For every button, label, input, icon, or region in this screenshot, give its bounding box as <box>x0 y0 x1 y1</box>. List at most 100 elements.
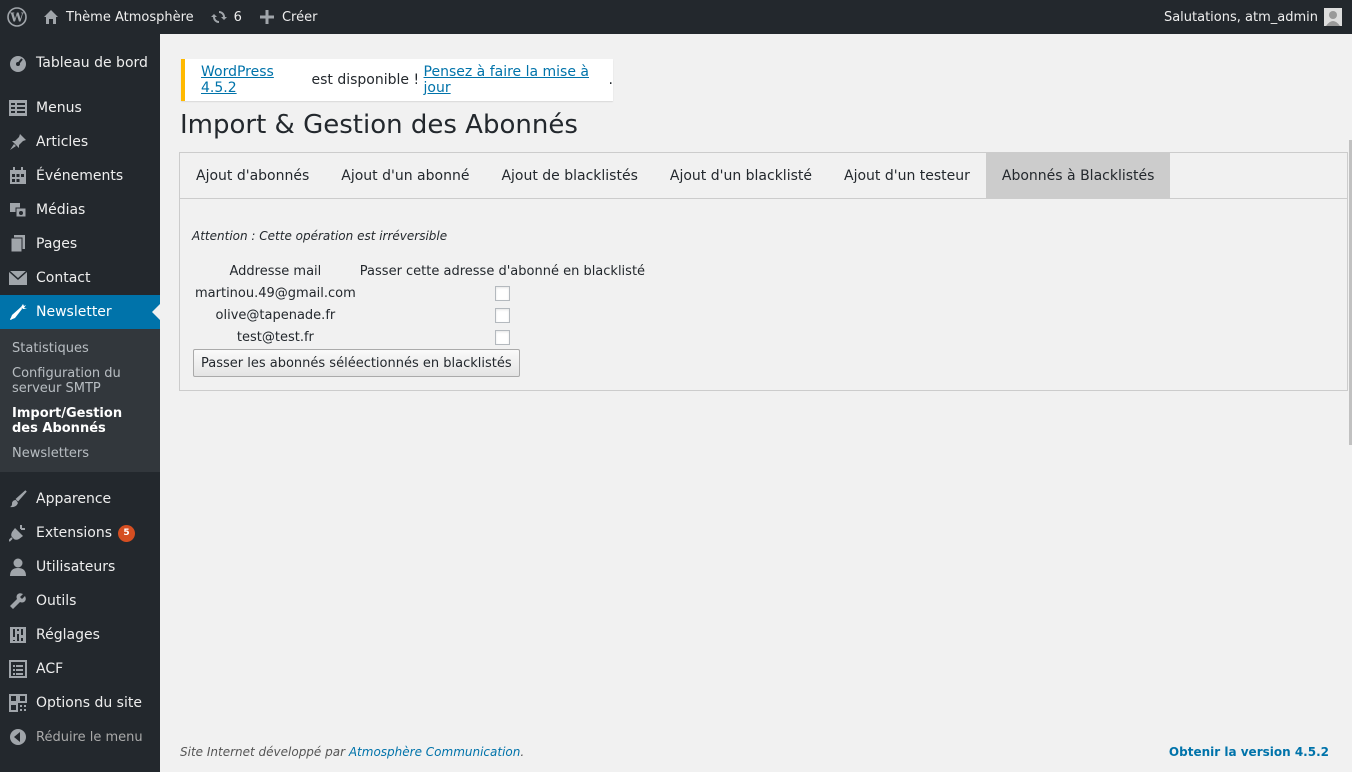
menu-item-label: Newsletter <box>36 304 112 320</box>
warning-text: Attention : Cette opération est irrévers… <box>192 229 448 243</box>
menu-item-label: ACF <box>36 661 64 677</box>
blacklist-checkbox[interactable] <box>494 285 510 301</box>
collapse-label: Réduire le menu <box>36 729 143 745</box>
notice-text: est disponible ! <box>307 72 424 88</box>
agency-link[interactable]: Atmosphère Communication <box>349 745 521 759</box>
column-header-action: Passer cette adresse d'abonné en blackli… <box>359 263 646 279</box>
menu-item-tools[interactable]: Outils <box>0 584 160 618</box>
calendar-icon <box>8 166 28 186</box>
menu-item-contact[interactable]: Contact <box>0 261 160 295</box>
pin-icon <box>8 132 28 152</box>
collapse-menu-button[interactable]: Réduire le menu <box>0 720 160 754</box>
admin-menu: Tableau de bord Menus Articles Événement… <box>0 34 160 772</box>
tab-ajout-blacklistes[interactable]: Ajout de blacklistés <box>485 153 653 199</box>
blacklist-checkbox[interactable] <box>494 307 510 323</box>
submenu-item-newsletters[interactable]: Newsletters <box>0 441 160 466</box>
menu-item-menus[interactable]: Menus <box>0 91 160 125</box>
update-now-link[interactable]: Pensez à faire la mise à jour <box>424 64 609 96</box>
menu-item-extensions[interactable]: Extensions 5 <box>0 516 160 550</box>
plus-icon <box>258 8 276 26</box>
grid-icon <box>8 693 28 713</box>
email-cell: test@test.fr <box>236 329 314 345</box>
list-icon <box>8 659 28 679</box>
wordpress-version-link[interactable]: WordPress 4.5.2 <box>201 64 307 96</box>
menu-item-dashboard[interactable]: Tableau de bord <box>0 46 160 80</box>
my-account-link[interactable]: Salutations, atm_admin <box>1156 0 1352 34</box>
tab-ajout-abonne[interactable]: Ajout d'un abonné <box>325 153 485 199</box>
table-row: olive@tapenade.fr <box>193 304 647 326</box>
update-notice: WordPress 4.5.2 est disponible ! Pensez … <box>181 59 613 101</box>
menu-item-label: Extensions <box>36 525 113 541</box>
column-header-email: Addresse mail <box>229 263 322 279</box>
dashboard-icon <box>8 53 28 73</box>
menu-item-pages[interactable]: Pages <box>0 227 160 261</box>
submenu-item-smtp[interactable]: Configuration du serveur SMTP <box>0 361 160 401</box>
menu-item-label: Événements <box>36 168 124 184</box>
menu-item-users[interactable]: Utilisateurs <box>0 550 160 584</box>
media-icon <box>8 200 28 220</box>
page-title: Import & Gestion des Abonnés <box>180 110 578 140</box>
plugin-icon <box>8 523 28 543</box>
carrot-icon <box>8 302 28 322</box>
menu-item-newsletter[interactable]: Newsletter <box>0 295 160 329</box>
new-content-label: Créer <box>281 9 318 25</box>
wordpress-logo-icon[interactable]: W <box>0 0 34 34</box>
footer-end: . <box>520 745 525 759</box>
newsletter-submenu: Statistiques Configuration du serveur SM… <box>0 329 160 472</box>
avatar <box>1324 8 1342 26</box>
updates-link[interactable]: 6 <box>202 0 250 34</box>
menu-item-label: Réglages <box>36 627 100 643</box>
tab-abonnes-blacklistes[interactable]: Abonnés à Blacklistés <box>985 153 1171 199</box>
menu-item-label: Pages <box>36 236 78 252</box>
svg-text:W: W <box>9 11 24 25</box>
tab-ajout-blackliste[interactable]: Ajout d'un blacklisté <box>654 153 828 199</box>
new-content-link[interactable]: Créer <box>250 0 325 34</box>
menu-item-label: Tableau de bord <box>36 55 148 71</box>
tab-ajout-abonnes[interactable]: Ajout d'abonnés <box>180 153 325 199</box>
footer-credits: Site Internet développé par Atmosphère C… <box>180 745 524 759</box>
email-cell: martinou.49@gmail.com <box>195 285 356 301</box>
menu-item-label: Apparence <box>36 491 112 507</box>
main-content: WordPress 4.5.2 est disponible ! Pensez … <box>160 34 1352 772</box>
user-icon <box>8 557 28 577</box>
footer-text: Site Internet développé par <box>180 745 349 759</box>
site-name-link[interactable]: Thème Atmosphère <box>34 0 202 34</box>
wrench-icon <box>8 591 28 611</box>
menu-item-label: Articles <box>36 134 89 150</box>
email-cell: olive@tapenade.fr <box>215 307 336 323</box>
settings-icon <box>8 625 28 645</box>
admin-bar: W Thème Atmosphère 6 Créer Salutations, … <box>0 0 1352 34</box>
menu-item-label: Menus <box>36 100 82 116</box>
menu-item-label: Outils <box>36 593 77 609</box>
updates-count: 6 <box>233 9 242 25</box>
pages-icon <box>8 234 28 254</box>
subscribers-panel: Ajout d'abonnés Ajout d'un abonné Ajout … <box>179 152 1348 391</box>
menu-item-appearance[interactable]: Apparence <box>0 482 160 516</box>
subscribers-table: Addresse mail Passer cette adresse d'abo… <box>193 260 647 348</box>
table-row: test@test.fr <box>193 326 647 348</box>
submenu-item-import-gestion[interactable]: Import/Gestion des Abonnés <box>0 401 160 441</box>
menu-item-label: Utilisateurs <box>36 559 116 575</box>
mail-icon <box>8 268 28 288</box>
collapse-arrow-icon <box>8 727 28 747</box>
blacklist-checkbox[interactable] <box>494 329 510 345</box>
menu-item-label: Contact <box>36 270 91 286</box>
brush-icon <box>8 489 28 509</box>
menu-item-articles[interactable]: Articles <box>0 125 160 159</box>
menu-item-settings[interactable]: Réglages <box>0 618 160 652</box>
menu-item-site-options[interactable]: Options du site <box>0 686 160 720</box>
menu-item-label: Options du site <box>36 695 142 711</box>
site-name: Thème Atmosphère <box>66 9 194 25</box>
menu-item-media[interactable]: Médias <box>0 193 160 227</box>
get-version-link[interactable]: Obtenir la version 4.5.2 <box>1169 745 1329 759</box>
menu-item-acf[interactable]: ACF <box>0 652 160 686</box>
tab-bar: Ajout d'abonnés Ajout d'un abonné Ajout … <box>180 153 1347 199</box>
menus-icon <box>8 98 28 118</box>
notice-end: . <box>608 72 613 88</box>
blacklist-submit-button[interactable]: Passer les abonnés séléectionnés en blac… <box>193 349 520 377</box>
tab-ajout-testeur[interactable]: Ajout d'un testeur <box>828 153 986 199</box>
refresh-icon <box>210 8 228 26</box>
menu-item-events[interactable]: Événements <box>0 159 160 193</box>
submenu-item-statistiques[interactable]: Statistiques <box>0 336 160 361</box>
home-icon <box>42 8 60 26</box>
